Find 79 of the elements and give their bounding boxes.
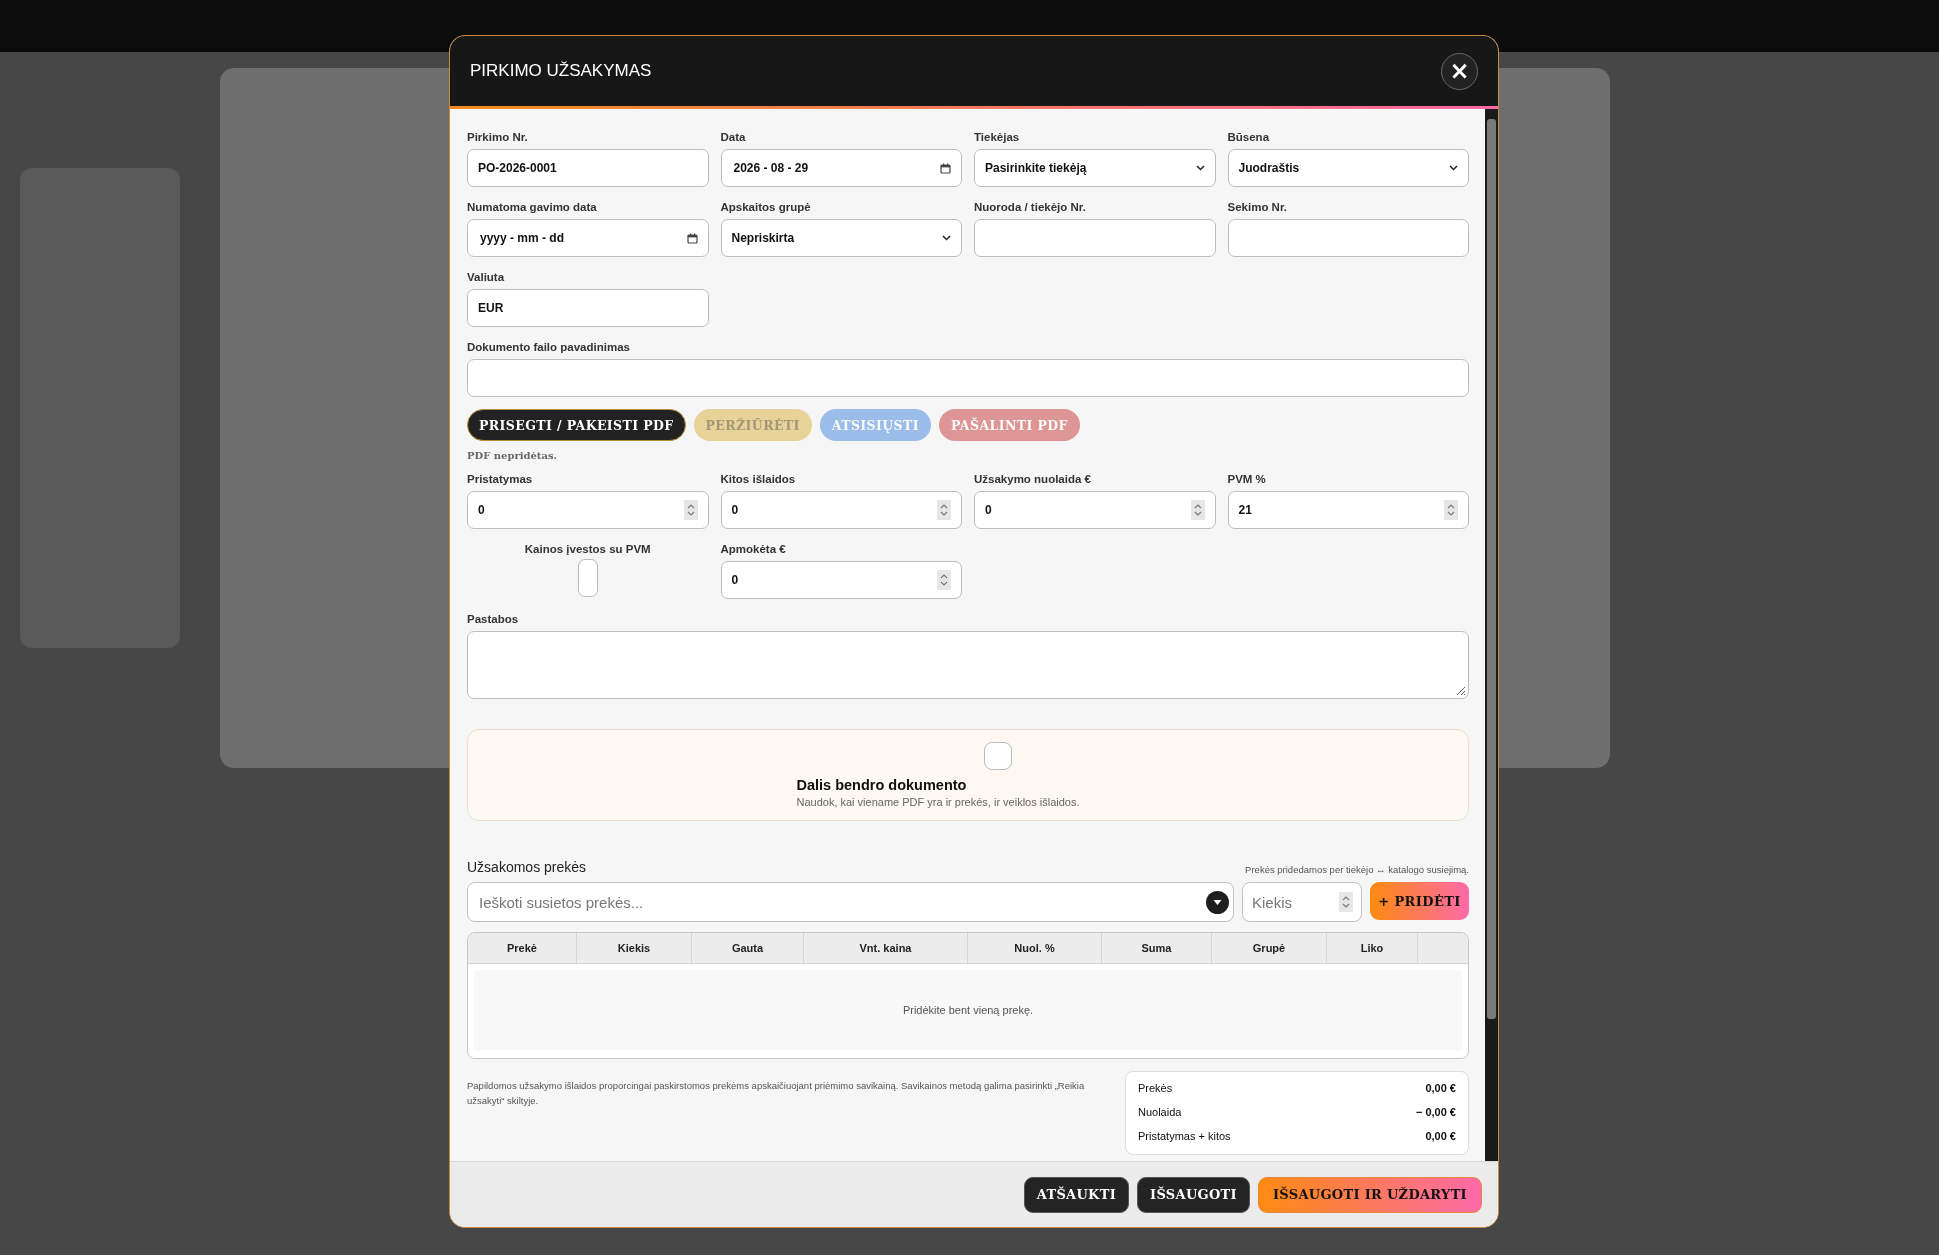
footer-button[interactable]: ATŠAUKTI xyxy=(1023,1176,1130,1213)
column-header: Grupė xyxy=(1212,933,1327,963)
spinner-icon[interactable] xyxy=(937,570,951,590)
card-title: Dalis bendro dokumento xyxy=(796,777,967,793)
dropdown[interactable]: Pasirinkite tiekėją xyxy=(974,149,1216,187)
number-field[interactable]: 0 xyxy=(974,491,1216,529)
cost-note: Papildomos užsakymo išlaidos proporcingai paskirstomos prekėms apskaičiuojant priėmimo savikainą. Savikainos metodą galima pasirinkti „Reikia užsakyti“ skiltyje. xyxy=(467,1079,1086,1108)
resize-grip-icon[interactable] xyxy=(1454,684,1466,696)
text-field[interactable] xyxy=(1227,219,1469,257)
number-field[interactable]: 0 xyxy=(720,491,962,529)
summary-label: Pristatymas + kitos xyxy=(1138,1130,1231,1142)
field-label: Apskaitos grupė xyxy=(720,201,811,213)
footer-button[interactable]: IŠSAUGOTI xyxy=(1137,1176,1250,1213)
notes-field[interactable] xyxy=(467,631,1469,699)
field-label: Valiuta xyxy=(467,271,505,283)
number-field[interactable]: 0 xyxy=(467,491,709,529)
text-field[interactable]: EUR xyxy=(467,289,709,327)
search-field[interactable]: Ieškoti susietos prekės... xyxy=(467,882,1234,922)
pdf-button[interactable]: PRISEGTI / PAKEISTI PDF xyxy=(467,409,686,441)
date-field[interactable]: yyyy - mm - dd xyxy=(467,219,709,257)
dialog-title: PIRKIMO UŽSAKYMAS xyxy=(470,61,652,81)
spinner-icon[interactable] xyxy=(1444,500,1458,520)
field-label: Apmokėta € xyxy=(720,543,786,555)
field-label: Dokumento failo pavadinimas xyxy=(467,341,630,353)
field-label: Tiekėjas xyxy=(974,131,1020,143)
spinner-icon[interactable] xyxy=(1190,500,1205,520)
calendar-icon[interactable] xyxy=(940,162,951,174)
close-button[interactable]: × xyxy=(1441,52,1478,90)
field-label: Nuoroda / tiekėjo Nr. xyxy=(974,201,1086,213)
field-label: Kitos išlaidos xyxy=(720,473,796,485)
scrollbar[interactable] xyxy=(1485,109,1498,1161)
field-label: Užsakymo nuolaida € xyxy=(974,473,1091,485)
summary-label: Prekės xyxy=(1138,1082,1173,1094)
field-label: Pristatymas xyxy=(467,473,533,485)
dropdown-icon[interactable] xyxy=(1206,890,1229,914)
spinner-icon[interactable] xyxy=(683,500,698,520)
checkbox-label: Kainos įvestos su PVM xyxy=(524,543,651,555)
empty-message: Pridėkite bent vieną prekę. xyxy=(474,970,1462,1050)
text-field[interactable] xyxy=(467,359,1469,397)
summary-label: Nuolaida xyxy=(1138,1106,1182,1118)
field-label: Pastabos xyxy=(467,613,519,625)
card-hint: Naudok, kai viename PDF yra ir prekės, ir veiklos išlaidos. xyxy=(796,796,1080,808)
column-header: Prekė xyxy=(468,933,577,963)
checkbox[interactable] xyxy=(577,559,598,597)
date-field[interactable]: 2026 - 08 - 29 xyxy=(720,149,962,187)
column-header: Kiekis xyxy=(577,933,692,963)
field-label: Pirkimo Nr. xyxy=(467,131,528,143)
dropdown[interactable]: Juodraštis xyxy=(1227,149,1469,187)
field-label: PVM % xyxy=(1227,473,1266,485)
footer-button[interactable]: IŠSAUGOTI IR UŽDARYTI xyxy=(1257,1176,1482,1213)
quantity-field[interactable]: Kiekis xyxy=(1242,882,1362,922)
field-label: Numatoma gavimo data xyxy=(467,201,597,213)
summary-value: − 0,00 € xyxy=(1415,1106,1456,1118)
text-field[interactable]: PO-2026-0001 xyxy=(467,149,709,187)
column-header: Liko xyxy=(1327,933,1418,963)
text-field[interactable] xyxy=(974,219,1216,257)
column-header: Vnt. kaina xyxy=(804,933,968,963)
column-header: Gauta xyxy=(692,933,804,963)
section-title: Užsakomos prekės xyxy=(467,859,587,875)
spinner-icon[interactable] xyxy=(1339,892,1353,912)
column-header: Suma xyxy=(1102,933,1212,963)
chevron-icon xyxy=(942,235,951,241)
field-label: Data xyxy=(720,131,746,143)
field-label: Būsena xyxy=(1227,131,1270,143)
summary-value: 0,00 € xyxy=(1425,1130,1456,1142)
spinner-icon[interactable] xyxy=(937,500,951,520)
summary-value: 0,00 € xyxy=(1425,1082,1456,1094)
column-header: Nuol. % xyxy=(968,933,1102,963)
number-field[interactable]: 21 xyxy=(1227,491,1469,529)
pdf-status: PDF nepridėtas. xyxy=(467,450,558,461)
number-field[interactable]: 0 xyxy=(720,561,962,599)
field-label: Sekimo Nr. xyxy=(1227,201,1287,213)
calendar-icon[interactable] xyxy=(686,232,698,244)
chevron-icon xyxy=(1449,165,1458,171)
add-button[interactable]: + PRIDĖTI xyxy=(1370,882,1469,920)
dropdown[interactable]: Nepriskirta xyxy=(720,219,962,257)
chevron-icon xyxy=(1195,165,1205,171)
section-hint: Prekės pridedamos per tiekėjo ↔ katalogo susiejimą. xyxy=(1245,864,1469,875)
checkbox[interactable] xyxy=(984,742,1012,770)
